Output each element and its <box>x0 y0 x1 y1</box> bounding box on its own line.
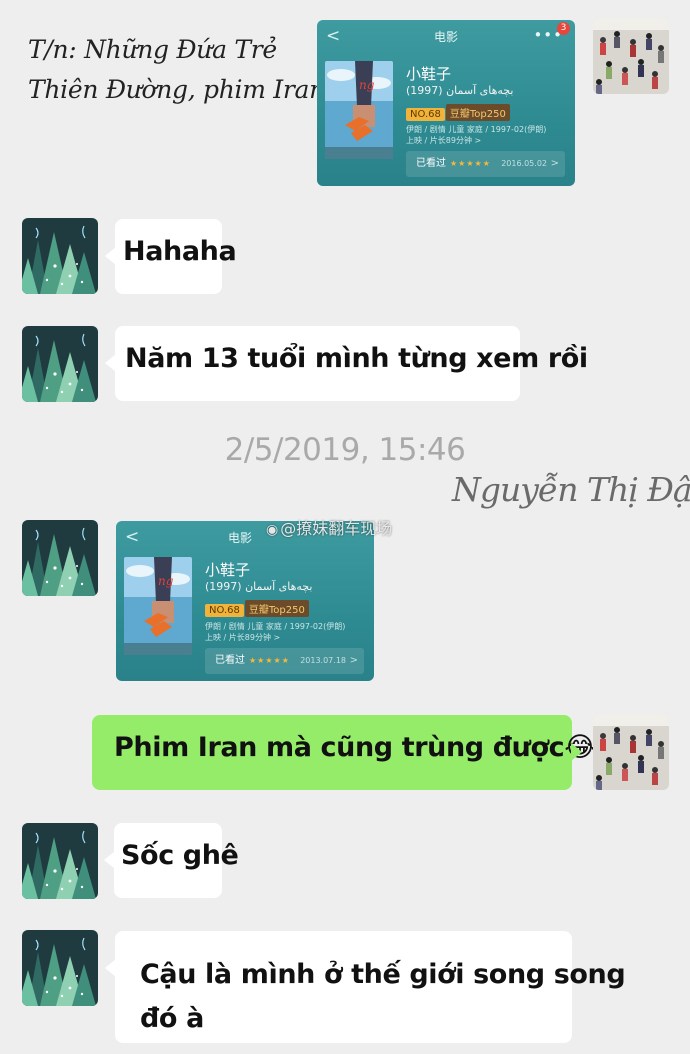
avatar-self[interactable] <box>593 714 669 790</box>
movie-title: 小鞋子 <box>406 65 452 83</box>
watched-label: 已看过 <box>215 655 245 666</box>
card-header: < 电影 ••• 3 <box>317 20 575 52</box>
rating-stars: ★★★★★ <box>450 159 491 168</box>
message-text: Sốc ghê <box>121 840 239 871</box>
notification-badge: 3 <box>557 22 570 35</box>
weibo-icon: ◉ <box>266 522 279 538</box>
translator-note-line2: Thiên Đường, phim Iran <box>28 75 325 104</box>
message-text-line1: Cậu là mình ở thế giới song song <box>140 959 626 990</box>
message-bubble-received[interactable]: Hahaha <box>105 219 237 294</box>
message-bubble-received[interactable]: Cậu là mình ở thế giới song song đó à <box>105 931 626 1043</box>
translator-note-line1: T/n: Những Đứa Trẻ <box>28 35 277 64</box>
message-text: Hahaha <box>123 236 237 267</box>
chevron-right-icon: > <box>550 158 559 169</box>
weibo-handle: @撩妹翻车现场 <box>280 519 393 538</box>
avatar-friend[interactable] <box>22 930 98 1006</box>
message-text: Phim Iran mà cũng trùng được😂 <box>114 732 596 763</box>
chevron-right-icon: > <box>349 655 358 666</box>
chat-timestamp: 2/5/2019, 15:46 <box>224 432 466 468</box>
rating-stars: ★★★★★ <box>249 656 290 665</box>
message-bubble-received[interactable]: Năm 13 tuổi mình từng xem rồi <box>105 326 588 401</box>
movie-subtitle: بچه‌های آسمان (1997) <box>406 84 514 97</box>
movie-tags: NO.68 豆瓣Top250 <box>406 104 510 121</box>
movie-subtitle: بچه‌های آسمان (1997) <box>205 580 313 593</box>
avatar-friend[interactable] <box>22 218 98 294</box>
rank-badge: NO.68 <box>205 604 244 617</box>
watched-date: 2013.07.18 <box>300 656 346 665</box>
message-bubble-sent[interactable]: Phim Iran mà cũng trùng được😂 <box>92 715 596 790</box>
movie-title: 小鞋子 <box>205 561 251 579</box>
movie-info[interactable]: 伊朗 / 剧情 儿童 家庭 / 1997-02(伊朗)上映 / 片长89分钟 > <box>205 621 350 643</box>
watch-status-row[interactable]: 已看过 ★★★★★ 2016.05.02 > <box>406 151 565 177</box>
watch-status-row[interactable]: 已看过 ★★★★★ 2013.07.18 > <box>205 648 364 674</box>
watched-label: 已看过 <box>416 158 446 169</box>
message-text-body: Phim Iran mà cũng trùng được <box>114 732 565 763</box>
translator-note: T/n: Những Đứa Trẻ Thiên Đường, phim Ira… <box>28 30 325 110</box>
rank-badge: NO.68 <box>406 108 445 121</box>
weibo-watermark: ◉ @撩妹翻车现场 <box>266 515 392 539</box>
top250-badge[interactable]: 豆瓣Top250 <box>445 104 510 121</box>
message-bubble-received[interactable]: Sốc ghê <box>104 823 239 898</box>
avatar-friend[interactable] <box>22 326 98 402</box>
avatar-friend[interactable] <box>22 823 98 899</box>
movie-card-received[interactable]: < 电影 小鞋子 بچه‌های آسمان (1997) NO.68 豆瓣Top… <box>116 521 374 681</box>
signature-watermark: Nguyễn Thị Đậu <box>452 470 690 509</box>
message-text: Năm 13 tuổi mình từng xem rồi <box>125 343 588 374</box>
message-text-line2: đó à <box>140 1003 204 1034</box>
watched-date: 2016.05.02 <box>501 159 547 168</box>
avatar-self[interactable] <box>593 18 669 94</box>
avatar-friend[interactable] <box>22 520 98 596</box>
movie-poster[interactable] <box>124 557 192 655</box>
top250-badge[interactable]: 豆瓣Top250 <box>244 600 309 617</box>
movie-info[interactable]: 伊朗 / 剧情 儿童 家庭 / 1997-02(伊朗)上映 / 片长89分钟 > <box>406 124 551 146</box>
laughing-crying-emoji-icon: 😂 <box>564 732 596 763</box>
movie-tags: NO.68 豆瓣Top250 <box>205 600 309 617</box>
movie-poster[interactable] <box>325 61 393 159</box>
movie-card-sent[interactable]: < 电影 ••• 3 小鞋子 بچه‌های آسمان (1997) NO.6… <box>317 20 575 186</box>
